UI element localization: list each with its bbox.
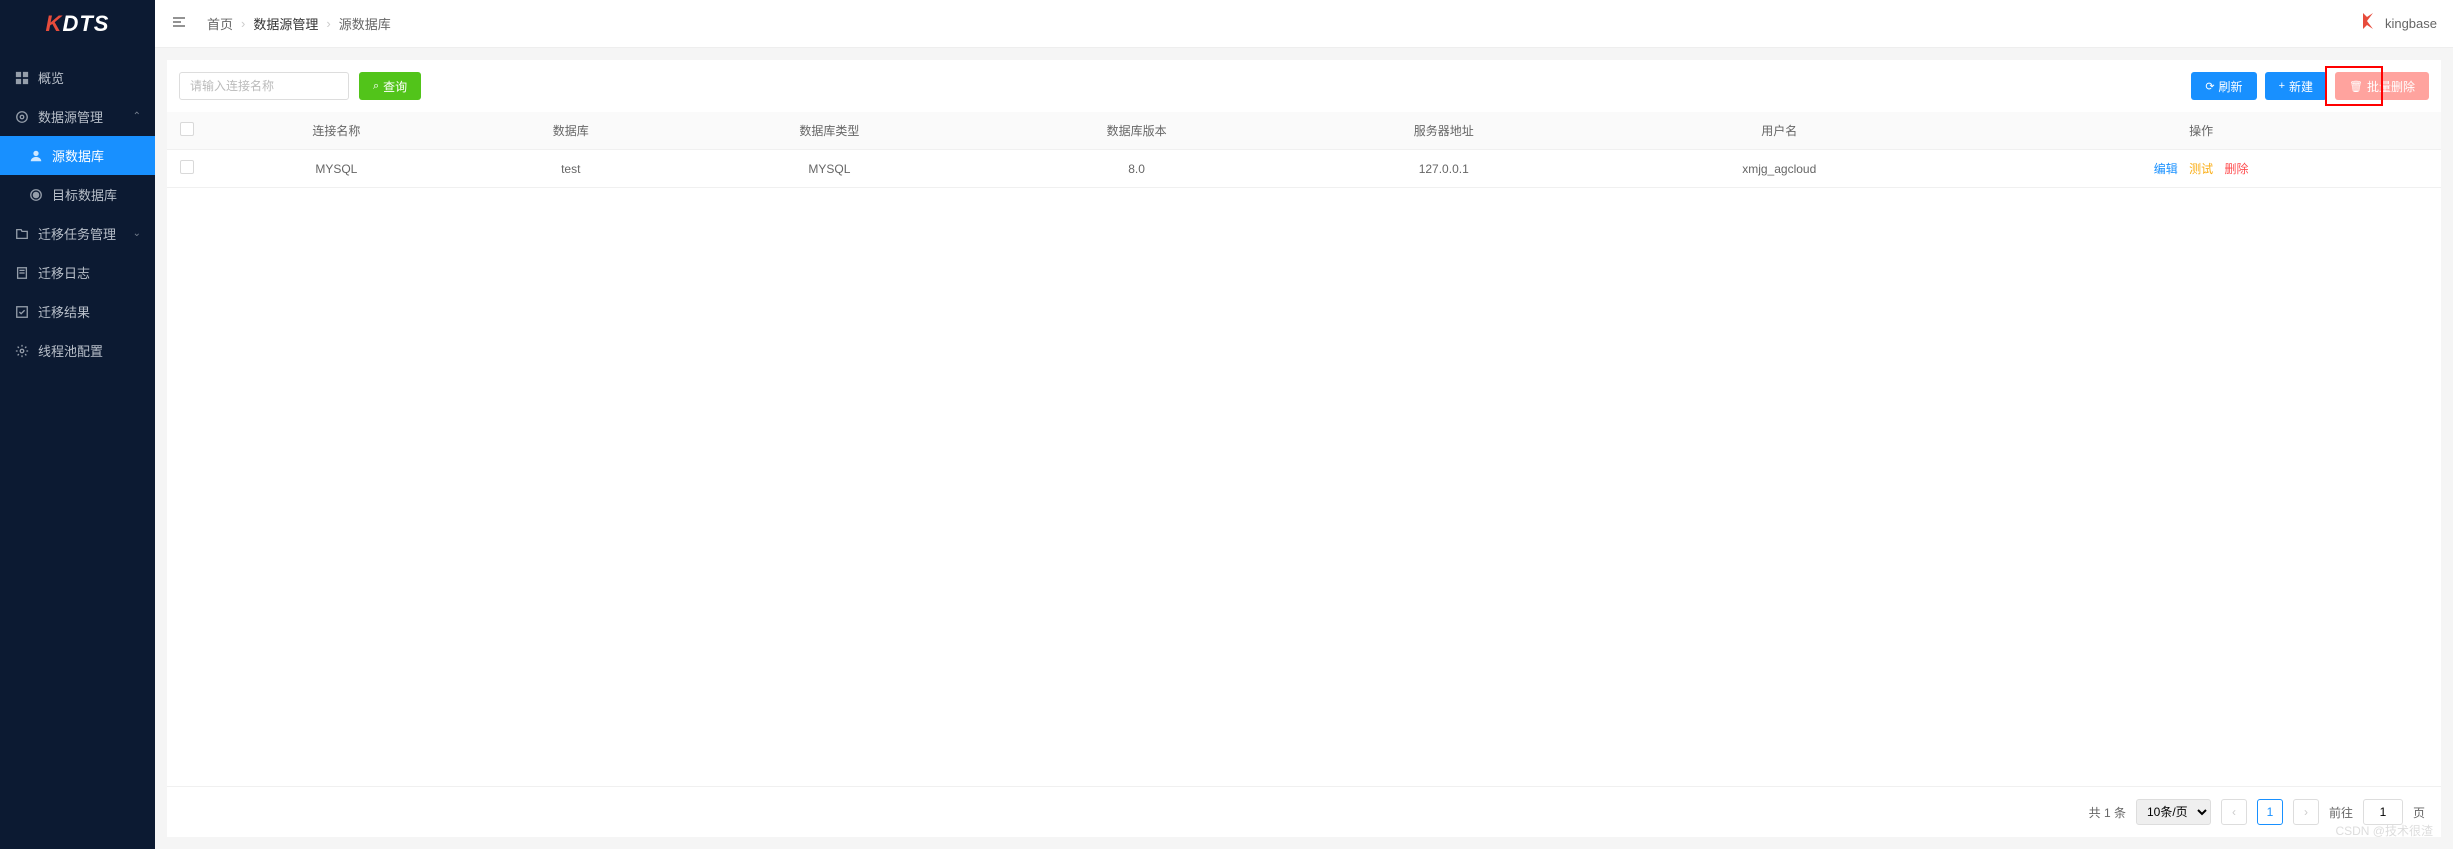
col-db-version: 数据库版本 — [983, 112, 1290, 150]
menu-toggle-icon[interactable] — [171, 14, 187, 33]
plus-icon: + — [2279, 80, 2285, 92]
sidebar-item-threadpool[interactable]: 线程池配置 — [0, 331, 155, 370]
settings-icon — [14, 343, 30, 359]
goto-label: 前往 — [2329, 804, 2353, 821]
col-actions: 操作 — [1961, 112, 2441, 150]
row-checkbox[interactable] — [180, 160, 194, 174]
cell-db-type: MYSQL — [676, 150, 983, 188]
table-header-row: 连接名称 数据库 数据库类型 数据库版本 服务器地址 用户名 操作 — [167, 112, 2441, 150]
sidebar: KDTS 概览 数据源管理 ⌃ 源数据库 目标数据库 迁移任务管理 — [0, 0, 155, 849]
data-table: 连接名称 数据库 数据库类型 数据库版本 服务器地址 用户名 操作 MYSQL — [167, 112, 2441, 188]
datasource-icon — [14, 109, 30, 125]
next-page-button[interactable]: › — [2293, 799, 2319, 825]
header-checkbox-cell — [167, 112, 207, 150]
sidebar-item-label: 线程池配置 — [38, 341, 103, 360]
log-icon — [14, 265, 30, 281]
data-card: ⌕ 查询 ⟳ 刷新 + 新建 🗑 — [167, 60, 2441, 837]
col-username: 用户名 — [1597, 112, 1961, 150]
cell-username: xmjg_agcloud — [1597, 150, 1961, 188]
sidebar-item-migration-logs[interactable]: 迁移日志 — [0, 253, 155, 292]
page-size-select[interactable]: 10条/页 — [2136, 799, 2211, 825]
prev-page-button[interactable]: ‹ — [2221, 799, 2247, 825]
button-label: 新建 — [2289, 78, 2313, 95]
sidebar-item-datasource[interactable]: 数据源管理 ⌃ — [0, 97, 155, 136]
test-link[interactable]: 测试 — [2189, 162, 2213, 176]
breadcrumb-separator: › — [241, 16, 245, 31]
sidebar-nav: 概览 数据源管理 ⌃ 源数据库 目标数据库 迁移任务管理 ⌄ — [0, 58, 155, 370]
table-row: MYSQL test MYSQL 8.0 127.0.0.1 xmjg_agcl… — [167, 150, 2441, 188]
sidebar-item-source-db[interactable]: 源数据库 — [0, 136, 155, 175]
refresh-button[interactable]: ⟳ 刷新 — [2191, 72, 2256, 100]
logo-k: K — [46, 11, 63, 37]
query-button[interactable]: ⌕ 查询 — [359, 72, 421, 100]
cell-db-version: 8.0 — [983, 150, 1290, 188]
content-area: ⌕ 查询 ⟳ 刷新 + 新建 🗑 — [155, 48, 2453, 849]
goto-page-input[interactable] — [2363, 799, 2403, 825]
batch-delete-button[interactable]: 🗑 批量删除 — [2335, 72, 2429, 100]
brand-logo-icon — [2359, 11, 2379, 36]
brand-name: kingbase — [2385, 16, 2437, 31]
folder-icon — [14, 226, 30, 242]
trash-icon: 🗑 — [2349, 80, 2363, 93]
col-db-type: 数据库类型 — [676, 112, 983, 150]
page-label: 页 — [2413, 804, 2425, 821]
breadcrumb-item[interactable]: 首页 — [207, 14, 233, 33]
button-label: 批量删除 — [2367, 78, 2415, 95]
sidebar-item-label: 迁移日志 — [38, 263, 90, 282]
sidebar-item-label: 概览 — [38, 68, 64, 87]
pagination: 共 1 条 10条/页 ‹ 1 › 前往 页 — [167, 786, 2441, 837]
app-logo: KDTS — [0, 0, 155, 48]
col-database: 数据库 — [466, 112, 676, 150]
page-number-button[interactable]: 1 — [2257, 799, 2283, 825]
sidebar-item-label: 目标数据库 — [52, 185, 117, 204]
button-label: 查询 — [383, 78, 407, 95]
sidebar-item-target-db[interactable]: 目标数据库 — [0, 175, 155, 214]
toolbar: ⌕ 查询 ⟳ 刷新 + 新建 🗑 — [167, 60, 2441, 112]
sidebar-item-label: 迁移任务管理 — [38, 224, 116, 243]
breadcrumb-item[interactable]: 数据源管理 — [253, 14, 318, 33]
header-right: kingbase — [2359, 11, 2437, 36]
col-conn-name: 连接名称 — [207, 112, 466, 150]
grid-icon — [14, 70, 30, 86]
col-server: 服务器地址 — [1290, 112, 1597, 150]
sidebar-item-label: 数据源管理 — [38, 107, 103, 126]
button-label: 刷新 — [2219, 78, 2243, 95]
cell-actions: 编辑 测试 删除 — [1961, 150, 2441, 188]
header: 首页 › 数据源管理 › 源数据库 kingbase — [155, 0, 2453, 48]
user-icon — [28, 148, 44, 164]
new-button[interactable]: + 新建 — [2265, 72, 2327, 100]
breadcrumb-item: 源数据库 — [339, 14, 391, 33]
breadcrumb: 首页 › 数据源管理 › 源数据库 — [207, 14, 391, 33]
sidebar-item-overview[interactable]: 概览 — [0, 58, 155, 97]
pagination-total: 共 1 条 — [2089, 804, 2126, 821]
breadcrumb-separator: › — [326, 16, 330, 31]
chevron-down-icon: ⌄ — [133, 228, 141, 239]
result-icon — [14, 304, 30, 320]
main-content: 首页 › 数据源管理 › 源数据库 kingbase ⌕ 查询 — [155, 0, 2453, 849]
refresh-icon: ⟳ — [2205, 80, 2214, 93]
logo-dts: DTS — [62, 11, 109, 37]
sidebar-item-migration-results[interactable]: 迁移结果 — [0, 292, 155, 331]
select-all-checkbox[interactable] — [180, 122, 194, 136]
search-input[interactable] — [179, 72, 349, 100]
cell-database: test — [466, 150, 676, 188]
search-icon: ⌕ — [373, 80, 379, 93]
edit-link[interactable]: 编辑 — [2154, 162, 2178, 176]
sidebar-item-label: 源数据库 — [52, 146, 104, 165]
sidebar-item-label: 迁移结果 — [38, 302, 90, 321]
chevron-up-icon: ⌃ — [133, 111, 141, 122]
sidebar-item-migration-tasks[interactable]: 迁移任务管理 ⌄ — [0, 214, 155, 253]
cell-server: 127.0.0.1 — [1290, 150, 1597, 188]
cell-conn-name: MYSQL — [207, 150, 466, 188]
target-icon — [28, 187, 44, 203]
delete-link[interactable]: 删除 — [2224, 162, 2248, 176]
toolbar-right: ⟳ 刷新 + 新建 🗑 批量删除 — [2191, 72, 2429, 100]
